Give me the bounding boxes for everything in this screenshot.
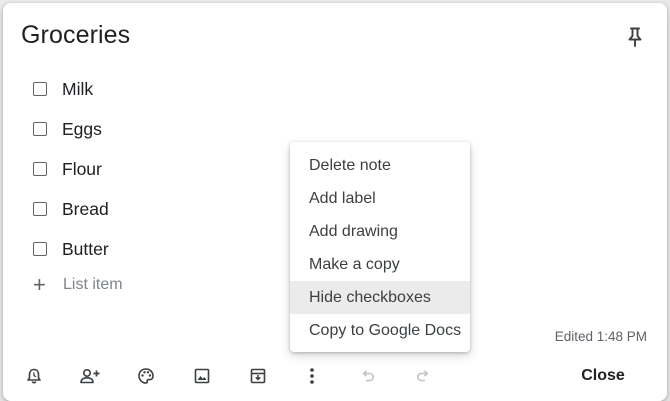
remind-me-button[interactable] (17, 359, 51, 393)
list-item: Eggs (33, 109, 109, 149)
item-checkbox[interactable] (33, 162, 47, 176)
pin-note-button[interactable] (622, 24, 648, 50)
menu-item-add-drawing[interactable]: Add drawing (290, 215, 470, 248)
item-text[interactable]: Butter (62, 239, 109, 260)
edited-timestamp: Edited 1:48 PM (554, 329, 647, 344)
undo-button[interactable] (351, 359, 385, 393)
item-checkbox[interactable] (33, 202, 47, 216)
item-text[interactable]: Milk (62, 79, 93, 100)
add-list-item-placeholder: List item (63, 276, 123, 293)
redo-button[interactable] (406, 359, 440, 393)
item-checkbox[interactable] (33, 82, 47, 96)
item-text[interactable]: Bread (62, 199, 109, 220)
note-title[interactable]: Groceries (21, 21, 130, 50)
checklist: Milk Eggs Flour Bread Butter (33, 69, 109, 269)
collaborator-icon (79, 367, 101, 385)
item-text[interactable]: Eggs (62, 119, 102, 140)
item-checkbox[interactable] (33, 122, 47, 136)
item-checkbox[interactable] (33, 242, 47, 256)
plus-icon: + (33, 272, 46, 297)
more-icon (309, 367, 315, 385)
list-item: Milk (33, 69, 109, 109)
close-button[interactable]: Close (573, 360, 633, 392)
archive-button[interactable] (241, 359, 275, 393)
menu-item-hide-checkboxes[interactable]: Hide checkboxes (290, 281, 470, 314)
collaborator-button[interactable] (73, 359, 107, 393)
menu-item-copy-to-google-docs[interactable]: Copy to Google Docs (290, 314, 470, 347)
menu-item-make-a-copy[interactable]: Make a copy (290, 248, 470, 281)
list-item: Butter (33, 229, 109, 269)
add-image-icon (193, 367, 211, 385)
undo-icon (359, 367, 377, 385)
archive-icon (249, 367, 267, 385)
more-options-menu: Delete note Add label Add drawing Make a… (290, 142, 470, 352)
remind-me-icon (25, 367, 43, 385)
list-item: Bread (33, 189, 109, 229)
menu-item-add-label[interactable]: Add label (290, 182, 470, 215)
add-list-item[interactable]: + List item (33, 271, 123, 299)
item-text[interactable]: Flour (62, 159, 102, 180)
background-options-button[interactable] (129, 359, 163, 393)
menu-item-delete-note[interactable]: Delete note (290, 149, 470, 182)
redo-icon (414, 367, 432, 385)
note-toolbar: Close (3, 359, 667, 395)
more-options-button[interactable] (295, 359, 329, 393)
background-options-icon (137, 367, 155, 385)
add-image-button[interactable] (185, 359, 219, 393)
pin-icon (625, 26, 645, 48)
list-item: Flour (33, 149, 109, 189)
